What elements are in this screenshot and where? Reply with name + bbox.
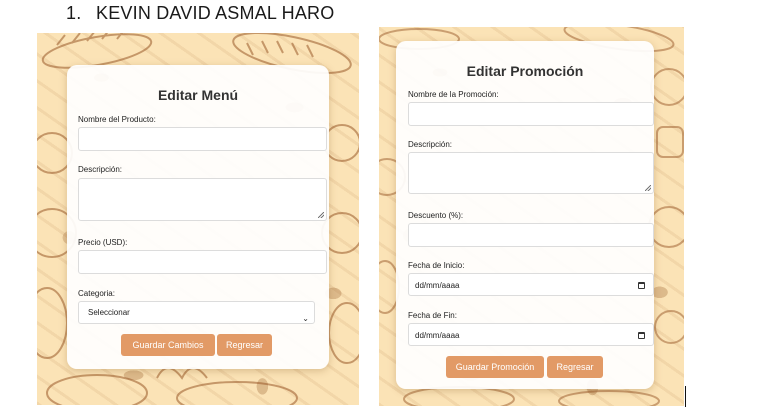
description-textarea[interactable]: [408, 152, 654, 194]
product-name-label: Nombre del Producto:: [78, 115, 156, 124]
category-select[interactable]: Seleccionar ⌄: [78, 301, 315, 324]
back-button[interactable]: Regresar: [547, 356, 603, 378]
back-button[interactable]: Regresar: [217, 334, 272, 356]
description-label: Descripción:: [408, 140, 453, 149]
end-date-input[interactable]: dd/mm/aaaa: [408, 323, 654, 346]
end-date-placeholder: dd/mm/aaaa: [415, 331, 460, 340]
save-promotion-button[interactable]: Guardar Promoción: [446, 356, 544, 378]
price-label: Precio (USD):: [78, 238, 128, 247]
save-changes-button[interactable]: Guardar Cambios: [121, 334, 215, 356]
calendar-icon[interactable]: [638, 282, 645, 289]
resize-handle-icon[interactable]: [645, 185, 651, 191]
calendar-icon[interactable]: [638, 332, 645, 339]
chevron-down-icon: ⌄: [302, 314, 309, 323]
start-date-label: Fecha de Inicio:: [408, 261, 465, 270]
start-date-placeholder: dd/mm/aaaa: [415, 281, 460, 290]
menu-screenshot: Editar Menú Nombre del Producto: Descrip…: [37, 33, 359, 405]
category-label: Categoria:: [78, 289, 115, 298]
discount-input[interactable]: [408, 223, 654, 247]
category-selected-value: Seleccionar: [88, 308, 130, 317]
description-textarea[interactable]: [78, 178, 327, 221]
price-input[interactable]: [78, 250, 327, 274]
edit-menu-card: Editar Menú Nombre del Producto: Descrip…: [67, 65, 329, 369]
end-date-label: Fecha de Fin:: [408, 311, 457, 320]
page-title: Editar Promoción: [466, 63, 584, 79]
author-name: KEVIN DAVID ASMAL HARO: [96, 3, 335, 23]
promo-screenshot: Editar Promoción Nombre de la Promoción:…: [379, 27, 684, 406]
text-cursor: [685, 386, 686, 407]
resize-handle-icon[interactable]: [318, 212, 324, 218]
promo-name-label: Nombre de la Promoción:: [408, 90, 499, 99]
description-label: Descripción:: [78, 165, 123, 174]
product-name-input[interactable]: [78, 127, 327, 151]
edit-promotion-card: Editar Promoción Nombre de la Promoción:…: [396, 41, 654, 389]
start-date-input[interactable]: dd/mm/aaaa: [408, 273, 654, 296]
document-heading: 1. KEVIN DAVID ASMAL HARO: [66, 3, 334, 24]
promo-name-input[interactable]: [408, 102, 654, 126]
discount-label: Descuento (%):: [408, 211, 464, 220]
page-title: Editar Menú: [157, 87, 239, 103]
list-number: 1.: [66, 3, 82, 23]
